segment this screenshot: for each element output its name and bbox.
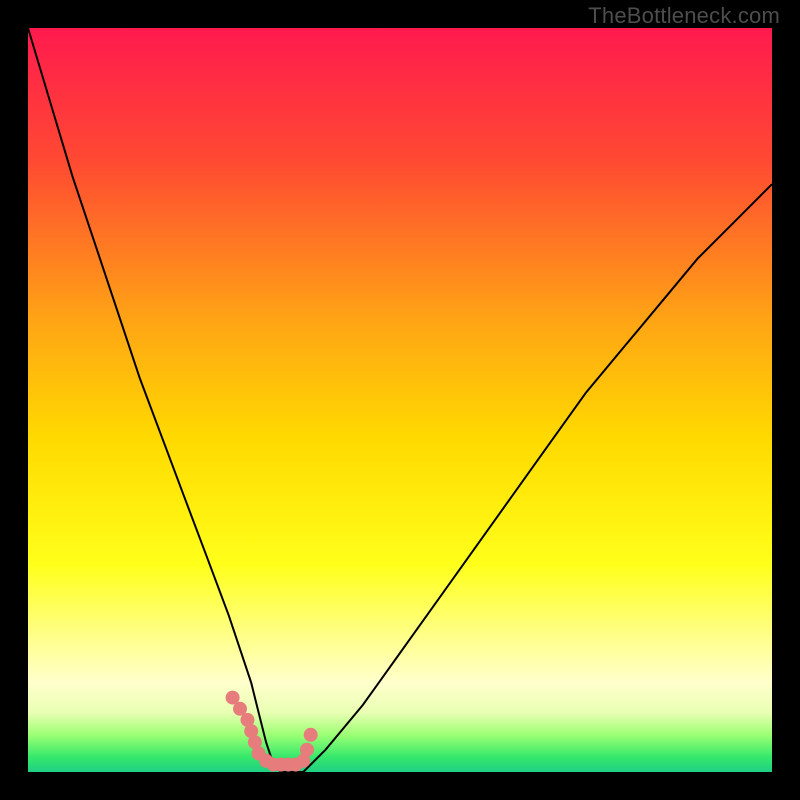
chart-container: TheBottleneck.com xyxy=(0,0,800,800)
watermark-text: TheBottleneck.com xyxy=(588,3,780,29)
bottleneck-curve xyxy=(28,28,772,772)
markers-group xyxy=(226,691,318,772)
marker-dot xyxy=(300,743,314,757)
chart-svg xyxy=(28,28,772,772)
plot-area xyxy=(28,28,772,772)
marker-dot xyxy=(304,728,318,742)
